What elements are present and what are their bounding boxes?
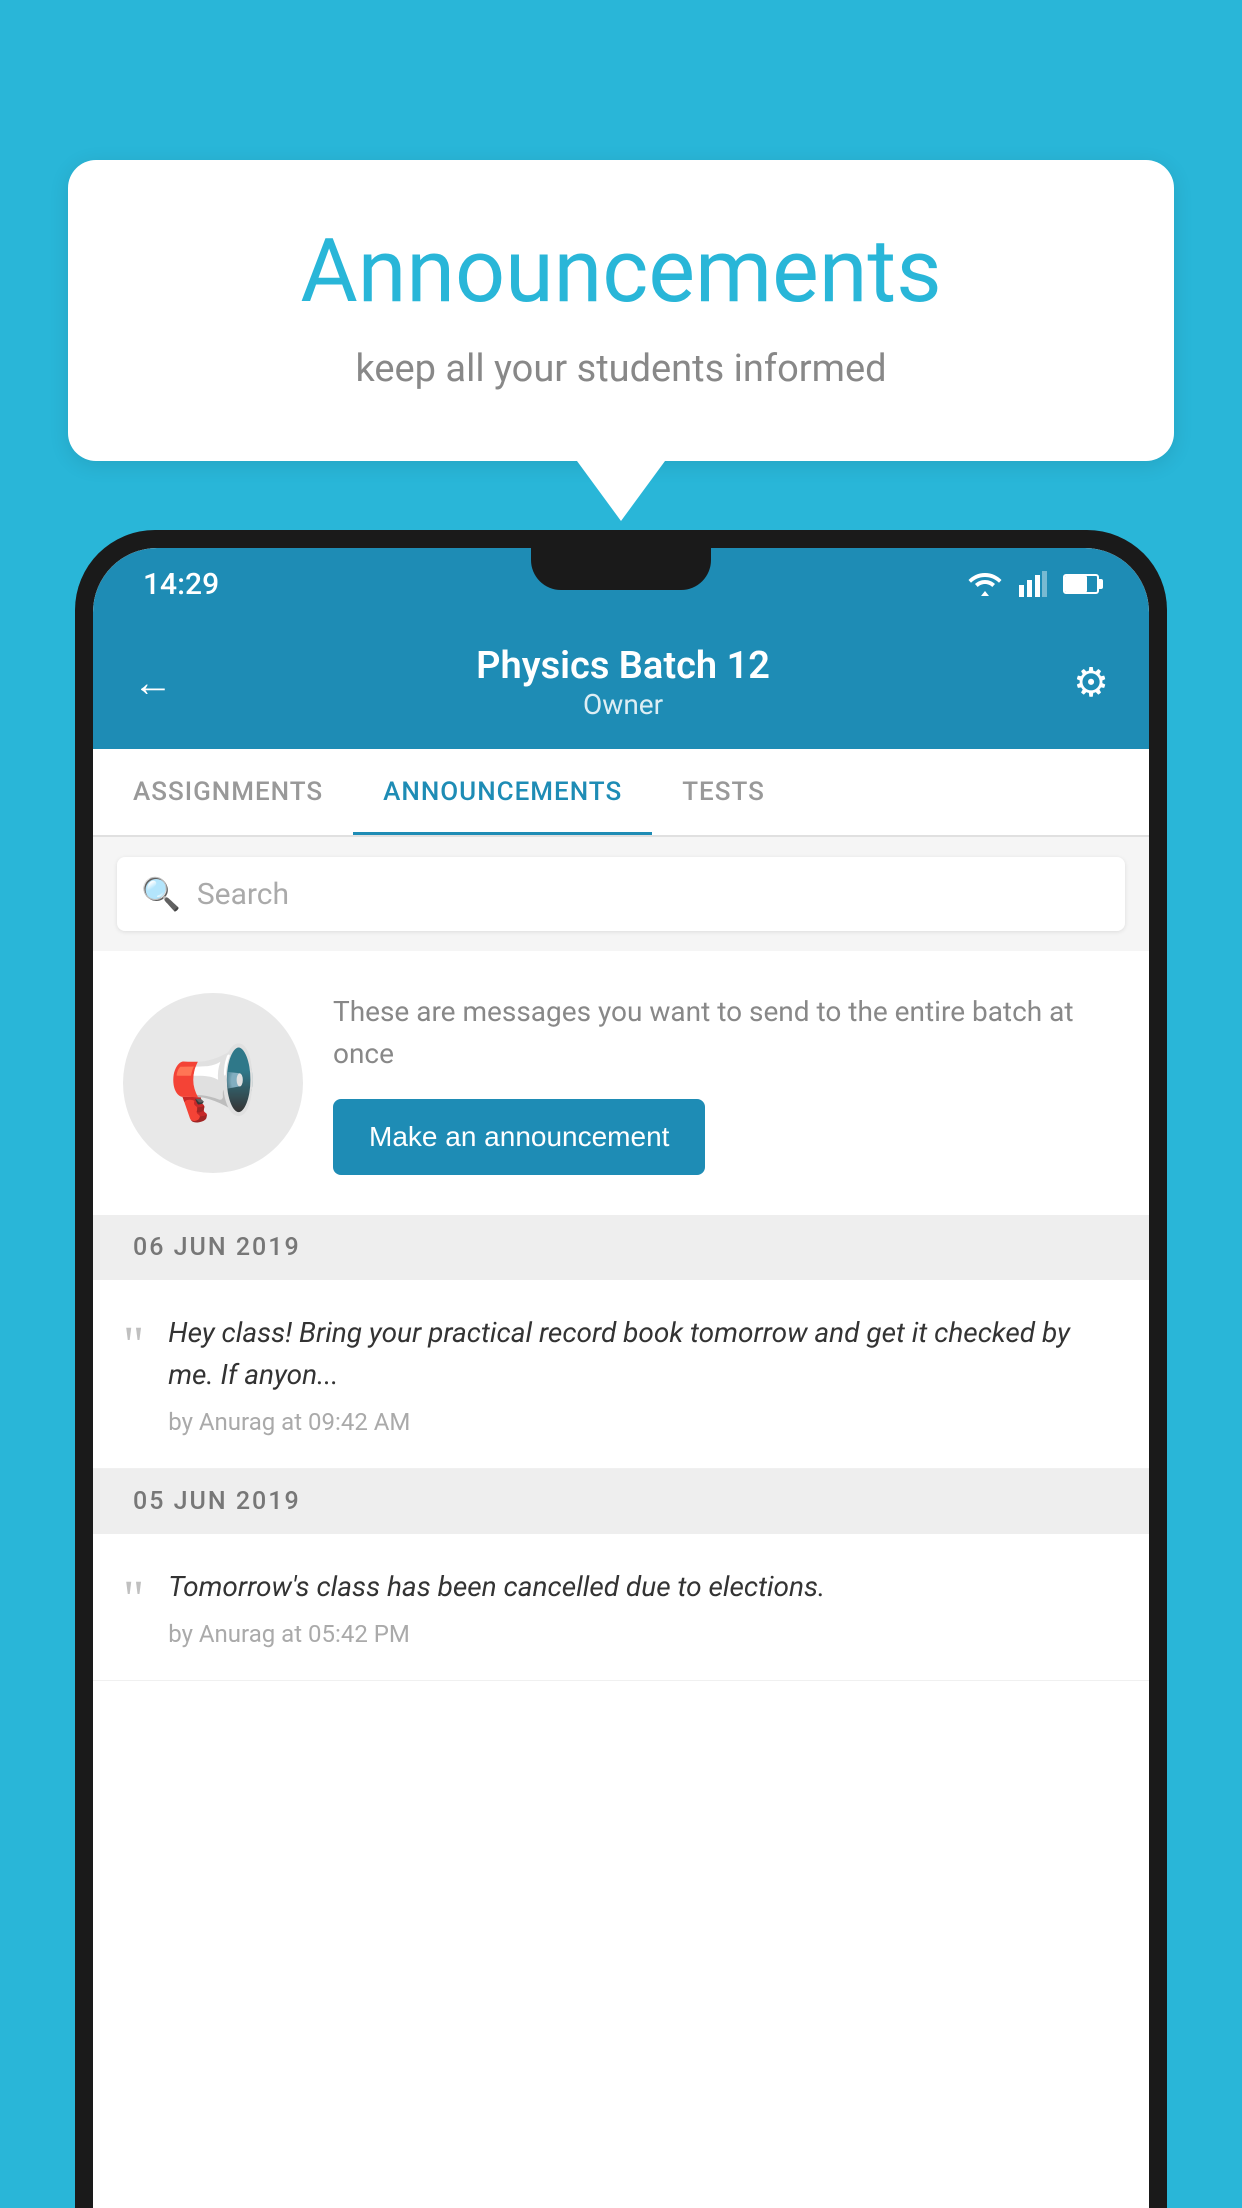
announcement-item-2: " Tomorrow's class has been cancelled du… (93, 1534, 1149, 1681)
signal-icon (1019, 571, 1047, 597)
speech-bubble-subtitle: keep all your students informed (148, 347, 1094, 391)
announcement-content-1: Hey class! Bring your practical record b… (168, 1312, 1119, 1436)
header-title-section: Physics Batch 12 Owner (476, 644, 770, 721)
speech-bubble-card: Announcements keep all your students inf… (68, 160, 1174, 461)
promo-section: 📢 These are messages you want to send to… (93, 951, 1149, 1215)
speech-bubble-title: Announcements (148, 220, 1094, 323)
date-divider-1: 06 JUN 2019 (93, 1215, 1149, 1280)
search-container: 🔍 Search (93, 837, 1149, 951)
megaphone-icon: 📢 (168, 1041, 258, 1126)
promo-description: These are messages you want to send to t… (333, 991, 1119, 1075)
tab-tests[interactable]: TESTS (652, 749, 795, 835)
announcement-meta-2: by Anurag at 05:42 PM (168, 1620, 1119, 1648)
speech-bubble-container: Announcements keep all your students inf… (68, 160, 1174, 521)
promo-icon-circle: 📢 (123, 993, 303, 1173)
phone-frame: 14:29 ← (75, 530, 1167, 2208)
make-announcement-button[interactable]: Make an announcement (333, 1099, 705, 1175)
announcement-meta-1: by Anurag at 09:42 AM (168, 1408, 1119, 1436)
announcement-content-2: Tomorrow's class has been cancelled due … (168, 1566, 1119, 1648)
tab-announcements[interactable]: ANNOUNCEMENTS (353, 749, 652, 835)
search-input-wrapper[interactable]: 🔍 Search (117, 857, 1125, 931)
status-time: 14:29 (143, 567, 219, 602)
tabs-bar: ASSIGNMENTS ANNOUNCEMENTS TESTS (93, 749, 1149, 837)
wifi-icon (967, 571, 1003, 597)
quote-icon-2: " (123, 1574, 144, 1648)
quote-icon-1: " (123, 1320, 144, 1436)
app-header: ← Physics Batch 12 Owner ⚙ (93, 620, 1149, 749)
promo-content: These are messages you want to send to t… (333, 991, 1119, 1175)
date-divider-2: 05 JUN 2019 (93, 1469, 1149, 1534)
back-button[interactable]: ← (133, 659, 173, 706)
phone-notch (531, 548, 711, 590)
header-subtitle: Owner (476, 688, 770, 721)
header-title: Physics Batch 12 (476, 644, 770, 688)
status-icons (967, 571, 1099, 597)
search-input[interactable]: Search (197, 877, 289, 912)
speech-bubble-arrow (577, 461, 665, 521)
announcement-text-1: Hey class! Bring your practical record b… (168, 1312, 1119, 1396)
search-icon: 🔍 (141, 875, 181, 913)
tab-assignments[interactable]: ASSIGNMENTS (103, 749, 353, 835)
phone-screen: 14:29 ← (93, 548, 1149, 2208)
gear-icon[interactable]: ⚙ (1073, 659, 1109, 706)
announcement-item-1: " Hey class! Bring your practical record… (93, 1280, 1149, 1469)
battery-icon (1063, 574, 1099, 594)
announcement-text-2: Tomorrow's class has been cancelled due … (168, 1566, 1119, 1608)
